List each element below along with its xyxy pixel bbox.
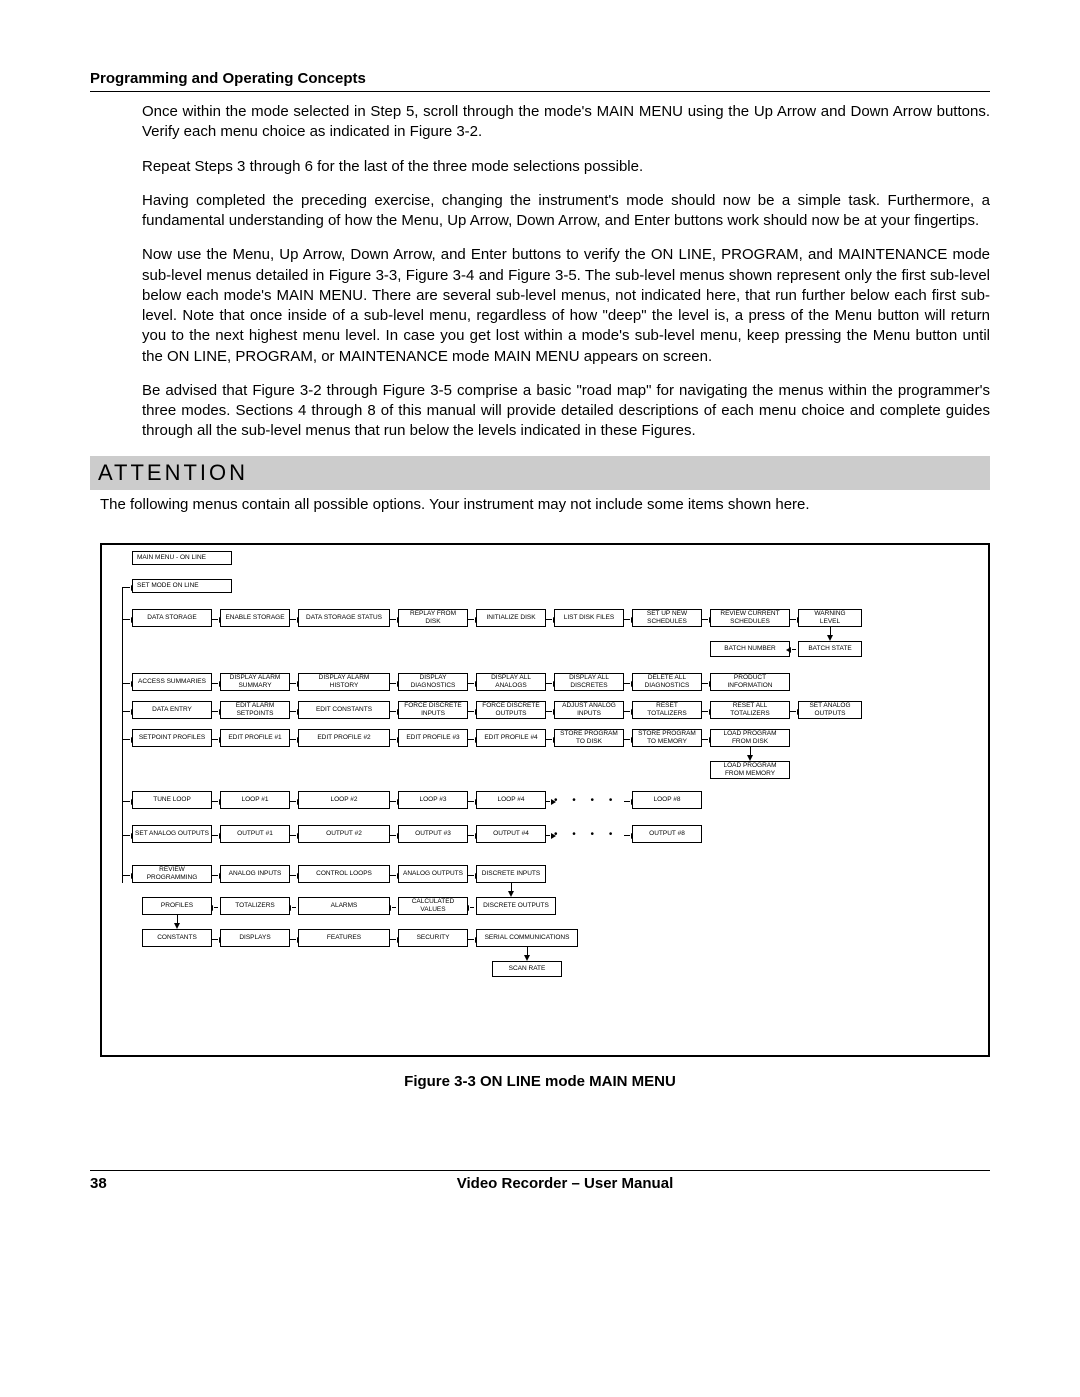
box-enable-storage: ENABLE STORAGE: [220, 609, 290, 627]
box-out3: OUTPUT #3: [398, 825, 468, 843]
box-edit-constants: EDIT CONSTANTS: [298, 701, 390, 719]
box-set-ao: SET ANALOG OUTPUTS: [798, 701, 862, 719]
box-tune-loop: TUNE LOOP: [132, 791, 212, 809]
box-access-summaries: ACCESS SUMMARIES: [132, 673, 212, 691]
section-title: Programming and Operating Concepts: [90, 70, 990, 87]
box-scan-rate: SCAN RATE: [492, 961, 562, 977]
box-displays: DISPLAYS: [220, 929, 290, 947]
footer-rule: [90, 1170, 990, 1171]
box-adjust-ai: ADJUST ANALOG INPUTS: [554, 701, 624, 719]
para-2: Repeat Steps 3 through 6 for the last of…: [142, 157, 990, 177]
box-alarm-summary: DISPLAY ALARM SUMMARY: [220, 673, 290, 691]
box-setup-schedules: SET UP NEW SCHEDULES: [632, 609, 702, 627]
para-1: Once within the mode selected in Step 5,…: [142, 102, 990, 143]
box-ai: ANALOG INPUTS: [220, 865, 290, 883]
box-ao: ANALOG OUTPUTS: [398, 865, 468, 883]
box-calc-values: CALCULATED VALUES: [398, 897, 468, 915]
box-loop2: LOOP #2: [298, 791, 390, 809]
box-display-analogs: DISPLAY ALL ANALOGS: [476, 673, 546, 691]
menu-diagram: MAIN MENU - ON LINE SET MODE ON LINE DAT…: [100, 543, 990, 1057]
box-store-disk: STORE PROGRAM TO DISK: [554, 729, 624, 747]
box-out1: OUTPUT #1: [220, 825, 290, 843]
box-features: FEATURES: [298, 929, 390, 947]
box-set-mode: SET MODE ON LINE: [132, 579, 232, 593]
box-serial-comm: SERIAL COMMUNICATIONS: [476, 929, 578, 947]
para-5: Be advised that Figure 3-2 through Figur…: [142, 381, 990, 442]
header-rule: [90, 91, 990, 92]
box-edit-p3: EDIT PROFILE #3: [398, 729, 468, 747]
box-totalizers: TOTALIZERS: [220, 897, 290, 915]
box-set-analog-outputs: SET ANALOG OUTPUTS: [132, 825, 212, 843]
box-force-di: FORCE DISCRETE INPUTS: [398, 701, 468, 719]
footer-title: Video Recorder – User Manual: [140, 1175, 990, 1192]
box-edit-p2: EDIT PROFILE #2: [298, 729, 390, 747]
attention-text: The following menus contain all possible…: [100, 496, 990, 513]
box-main-menu: MAIN MENU - ON LINE: [132, 551, 232, 565]
box-load-mem: LOAD PROGRAM FROM MEMORY: [710, 761, 790, 779]
box-out4: OUTPUT #4: [476, 825, 546, 843]
box-reset-tot: RESET TOTALIZERS: [632, 701, 702, 719]
box-replay-from-disk: REPLAY FROM DISK: [398, 609, 468, 627]
box-loop3: LOOP #3: [398, 791, 468, 809]
box-alarm-history: DISPLAY ALARM HISTORY: [298, 673, 390, 691]
box-out8: OUTPUT #8: [632, 825, 702, 843]
box-di: DISCRETE INPUTS: [476, 865, 546, 883]
box-profiles: PROFILES: [142, 897, 212, 915]
box-edit-p4: EDIT PROFILE #4: [476, 729, 546, 747]
box-loop1: LOOP #1: [220, 791, 290, 809]
box-loop4: LOOP #4: [476, 791, 546, 809]
box-discrete-outputs: DISCRETE OUTPUTS: [476, 897, 556, 915]
box-list-disk-files: LIST DISK FILES: [554, 609, 624, 627]
box-alarms: ALARMS: [298, 897, 390, 915]
box-constants: CONSTANTS: [142, 929, 212, 947]
box-edit-p1: EDIT PROFILE #1: [220, 729, 290, 747]
para-4: Now use the Menu, Up Arrow, Down Arrow, …: [142, 245, 990, 367]
box-force-do: FORCE DISCRETE OUTPUTS: [476, 701, 546, 719]
box-data-entry: DATA ENTRY: [132, 701, 212, 719]
box-reset-all-tot: RESET ALL TOTALIZERS: [710, 701, 790, 719]
box-initialize-disk: INITIALIZE DISK: [476, 609, 546, 627]
box-setpoint-profiles: SETPOINT PROFILES: [132, 729, 212, 747]
box-loop8: LOOP #8: [632, 791, 702, 809]
box-data-storage-status: DATA STORAGE STATUS: [298, 609, 390, 627]
page-number: 38: [90, 1175, 140, 1192]
attention-bar: ATTENTION: [90, 456, 990, 490]
box-batch-number: BATCH NUMBER: [710, 641, 790, 657]
box-security: SECURITY: [398, 929, 468, 947]
box-batch-state: BATCH STATE: [798, 641, 862, 657]
box-edit-alarm-sp: EDIT ALARM SETPOINTS: [220, 701, 290, 719]
box-out2: OUTPUT #2: [298, 825, 390, 843]
figure-caption: Figure 3-3 ON LINE mode MAIN MENU: [90, 1073, 990, 1090]
attention-label: ATTENTION: [98, 460, 248, 485]
box-review-schedules: REVIEW CURRENT SCHEDULES: [710, 609, 790, 627]
box-review-programming: REVIEW PROGRAMMING: [132, 865, 212, 883]
box-display-diagnostics: DISPLAY DIAGNOSTICS: [398, 673, 468, 691]
box-product-info: PRODUCT INFORMATION: [710, 673, 790, 691]
box-store-mem: STORE PROGRAM TO MEMORY: [632, 729, 702, 747]
box-data-storage: DATA STORAGE: [132, 609, 212, 627]
box-delete-diagnostics: DELETE ALL DIAGNOSTICS: [632, 673, 702, 691]
box-warning-level: WARNING LEVEL: [798, 609, 862, 627]
box-load-disk: LOAD PROGRAM FROM DISK: [710, 729, 790, 747]
box-display-discretes: DISPLAY ALL DISCRETES: [554, 673, 624, 691]
para-3: Having completed the preceding exercise,…: [142, 191, 990, 232]
box-control-loops: CONTROL LOOPS: [298, 865, 390, 883]
